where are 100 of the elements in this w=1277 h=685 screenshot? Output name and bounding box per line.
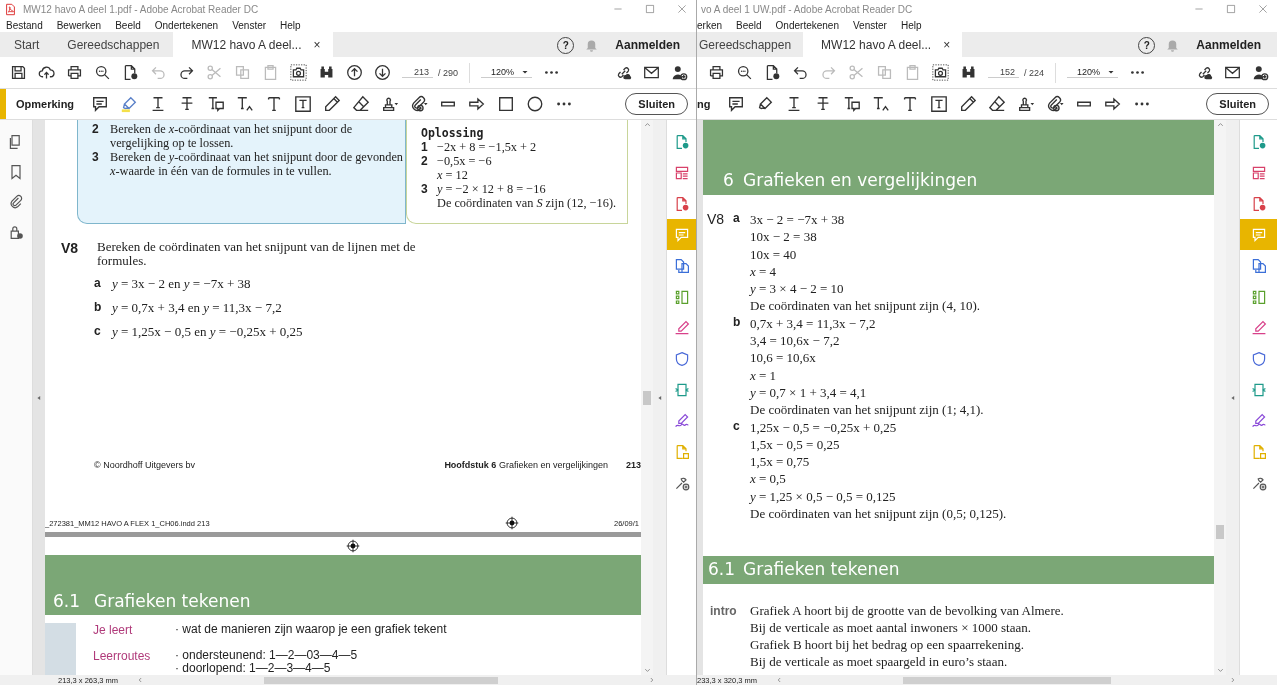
menu-item[interactable]: Beeld: [736, 19, 762, 31]
arrow-icon[interactable]: [468, 95, 487, 113]
eraser-icon[interactable]: [352, 95, 371, 113]
text-replace-icon[interactable]: [843, 95, 862, 113]
paperclip-icon[interactable]: [8, 194, 24, 210]
menu-item[interactable]: Venster: [232, 19, 267, 31]
binoculars-icon[interactable]: [318, 64, 335, 81]
intro-label: intro: [710, 603, 738, 621]
redo-icon[interactable]: [178, 64, 195, 81]
envelope-icon[interactable]: [1224, 64, 1241, 81]
link-icon[interactable]: [615, 64, 632, 81]
intro-text: Bij de verticale as moet spaargeld in euro’s staan.: [750, 653, 1009, 671]
documents-icon: [1250, 257, 1267, 274]
tab[interactable]: Start: [0, 32, 54, 57]
document-check-icon[interactable]: [122, 64, 139, 81]
pencil-icon[interactable]: [323, 95, 342, 113]
text-insert-icon[interactable]: [872, 95, 891, 113]
sign-in-button[interactable]: Aanmelden: [1196, 37, 1277, 52]
envelope-icon[interactable]: [643, 64, 660, 81]
bookmark-icon[interactable]: [8, 164, 24, 180]
search-icon[interactable]: [736, 64, 753, 81]
tab[interactable]: Gereedschappen: [53, 32, 174, 57]
page-number-field[interactable]: 213: [402, 67, 434, 78]
sign-in-button[interactable]: Aanmelden: [615, 37, 696, 52]
tab[interactable]: MW12 havo A deel... ×: [173, 32, 333, 57]
scroll-thumb[interactable]: [903, 676, 1111, 684]
answer-line: 0,7x + 3,4 = 11,3x − 7,2: [750, 314, 877, 333]
person-add-icon[interactable]: [1252, 64, 1269, 81]
cloud-upload-icon[interactable]: [38, 64, 55, 81]
stamp-icon[interactable]: [381, 95, 400, 113]
zoom-dropdown[interactable]: 120%: [481, 67, 533, 78]
close-button[interactable]: Sluiten: [1206, 93, 1269, 115]
printer-icon[interactable]: [66, 64, 83, 81]
step-number: 2: [92, 122, 100, 138]
stamp-icon[interactable]: [1017, 95, 1036, 113]
answer-line: 10,6 = 10,6x: [750, 349, 817, 367]
paperclip-add-icon[interactable]: [410, 95, 429, 113]
horizontal-scrollbar[interactable]: [775, 675, 1237, 685]
collapse-arrow-icon[interactable]: [35, 393, 43, 402]
binoculars-icon[interactable]: [960, 64, 977, 81]
step-number: 1: [421, 140, 428, 154]
solution-line: x = 12: [437, 168, 468, 182]
text-box-icon[interactable]: [930, 95, 949, 113]
eraser-icon[interactable]: [988, 95, 1007, 113]
speech-bubble-icon[interactable]: [91, 95, 110, 113]
page-number-field[interactable]: 152: [988, 67, 1020, 78]
section-title: Grafieken tekenen: [94, 591, 251, 611]
answer-line: De coördinaten van het snijpunt zijn (4, 10).: [750, 297, 980, 315]
chapter-number: 6: [723, 170, 735, 190]
menu-item[interactable]: Bewerken: [56, 19, 102, 31]
scroll-thumb[interactable]: [264, 676, 498, 684]
menu-item[interactable]: Bestand: [6, 19, 43, 31]
page-count: / 224: [1024, 67, 1045, 78]
menu-item[interactable]: Ondertekenen: [154, 19, 219, 31]
link-icon[interactable]: [1196, 64, 1213, 81]
vertical-scrollbar[interactable]: [1214, 120, 1226, 675]
rectangle-icon[interactable]: [497, 95, 516, 113]
menu-item[interactable]: Help: [900, 19, 922, 31]
tab[interactable]: MW12 havo A deel... ×: [803, 32, 963, 57]
menu-item[interactable]: erken: [697, 19, 722, 31]
solution-line: −0,5x = −6: [437, 154, 492, 168]
text-box-icon[interactable]: [294, 95, 313, 113]
answer-line: y = 3 × 4 − 2 = 10: [750, 280, 845, 298]
section-number: 6.1: [708, 559, 737, 580]
tab[interactable]: Gereedschappen: [697, 32, 804, 57]
documents-icon: [673, 257, 690, 274]
camera-icon[interactable]: [290, 64, 307, 81]
lock-icon[interactable]: [8, 224, 24, 240]
circle-icon[interactable]: [526, 95, 545, 113]
menu-item[interactable]: Ondertekenen: [775, 19, 839, 31]
tab-close-button[interactable]: ×: [313, 37, 321, 52]
arrow-icon[interactable]: [1104, 95, 1123, 113]
speech-bubble-icon[interactable]: [727, 95, 746, 113]
menu-item[interactable]: Beeld: [115, 19, 141, 31]
person-add-icon[interactable]: [671, 64, 688, 81]
answer-line: y = 0,7 × 1 + 3,4 = 4,1: [750, 383, 868, 402]
signature-icon: [673, 412, 690, 429]
paperclip-add-icon[interactable]: [1046, 95, 1065, 113]
scroll-thumb[interactable]: [643, 390, 651, 405]
tab-close-button[interactable]: ×: [943, 37, 951, 52]
pencil-icon[interactable]: [959, 95, 978, 113]
arrow-down-icon[interactable]: [374, 64, 391, 81]
scroll-thumb[interactable]: [1216, 525, 1224, 540]
undo-icon[interactable]: [792, 64, 809, 81]
intro-text: Grafiek B hoort bij het bedrag op een spaarrekening.: [750, 636, 1025, 654]
printer-icon[interactable]: [708, 64, 725, 81]
camera-icon[interactable]: [932, 64, 949, 81]
document-check-icon[interactable]: [764, 64, 781, 81]
zoom-dropdown[interactable]: 120%: [1067, 67, 1119, 78]
menu-item[interactable]: Venster: [853, 19, 887, 31]
solution-line: −2x + 8 = −1,5x + 2: [437, 140, 537, 154]
exercise-text: Bereken de coördinaten van het snijpunt van de lijnen met de formules.: [97, 240, 417, 268]
text-insert-icon[interactable]: [236, 95, 255, 113]
search-icon[interactable]: [94, 64, 111, 81]
arrow-up-icon[interactable]: [346, 64, 363, 81]
vertical-scrollbar[interactable]: [641, 120, 653, 675]
text-replace-icon[interactable]: [207, 95, 226, 113]
close-button[interactable]: Sluiten: [625, 93, 688, 115]
horizontal-scrollbar[interactable]: [136, 675, 656, 685]
menu-item[interactable]: Help: [280, 19, 301, 31]
